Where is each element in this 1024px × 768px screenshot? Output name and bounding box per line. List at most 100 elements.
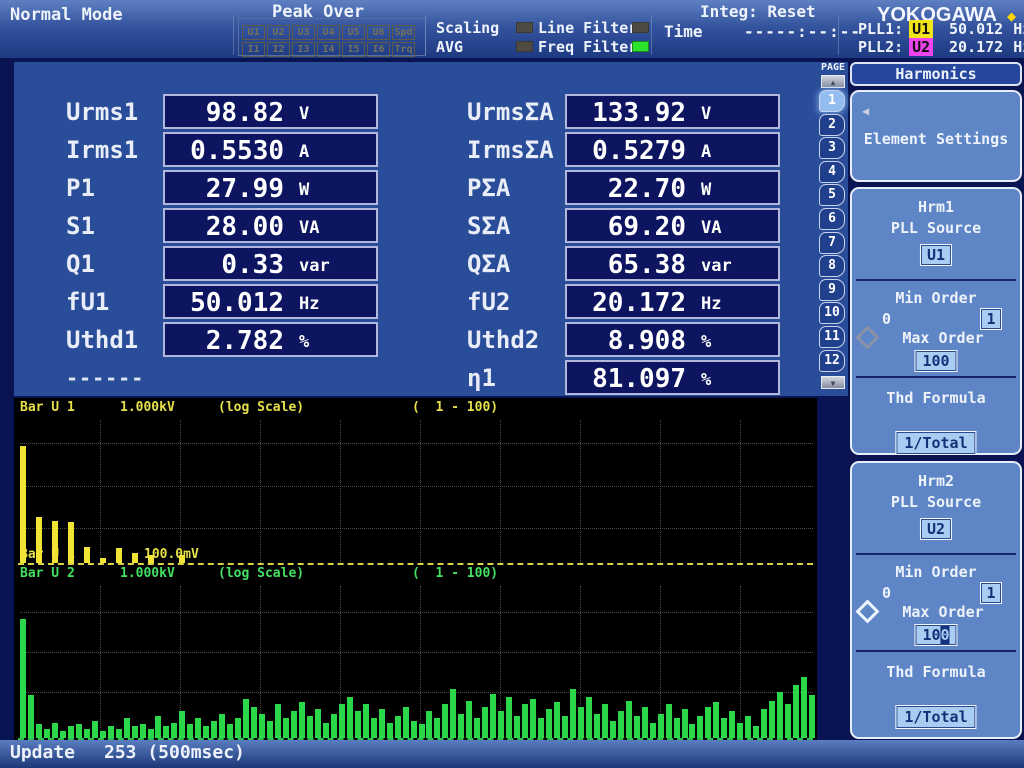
harmonic-bar [179, 555, 185, 563]
harmonic-bar [124, 718, 130, 738]
hrm1-thd-formula-value[interactable]: 1/Total [895, 431, 976, 455]
harmonic-bar [761, 709, 767, 738]
gridline-v [100, 420, 101, 563]
harmonic-bar [291, 711, 297, 738]
hrm1-min-order-value[interactable]: 1 [980, 308, 1002, 330]
element-settings-label: Element Settings [852, 130, 1020, 148]
peak-over-cell-trq: Trq [392, 42, 415, 57]
page-tab-3[interactable]: 3 [819, 137, 845, 159]
gridline-h [20, 692, 813, 693]
measurement-value: 0.33 [221, 250, 284, 280]
measurement-label: Irms1 [66, 136, 138, 164]
page-tab-7[interactable]: 7 [819, 232, 845, 254]
hrm2-max-order-value[interactable]: 100 [914, 624, 957, 646]
hrm2-min-order-value[interactable]: 1 [980, 582, 1002, 604]
harmonic-bar [52, 723, 58, 738]
peak-over-cell-i4: I4 [317, 42, 340, 57]
measurement-label: fU2 [467, 288, 510, 316]
measurement-value-box: 2.782% [163, 322, 378, 357]
harmonic-bar [84, 547, 90, 563]
harmonic-bar [442, 704, 448, 738]
harmonic-bar [331, 714, 337, 738]
harmonic-bar [490, 694, 496, 738]
harmonic-bar [737, 723, 743, 738]
harmonic-bar [307, 716, 313, 738]
page-tab-1[interactable]: 1 [819, 90, 845, 112]
gridline-h [20, 528, 813, 529]
measurement-value: 8.908 [608, 326, 686, 356]
page-tab-4[interactable]: 4 [819, 161, 845, 183]
gridline-v [100, 586, 101, 738]
measurement-value-box: 133.92V [565, 94, 780, 129]
gridline-h [20, 443, 813, 444]
harmonic-bar [474, 718, 480, 738]
gridline-v [500, 420, 501, 563]
chart-scale-note: (log Scale) [218, 566, 304, 581]
harmonic-bar [259, 714, 265, 738]
harmonic-bar [323, 723, 329, 738]
page-tab-11[interactable]: 11 [819, 326, 845, 348]
harmonic-bar [116, 548, 122, 563]
status-label: AVG [436, 38, 512, 56]
page-tab-2[interactable]: 2 [819, 114, 845, 136]
hrm2-min-order-option-0[interactable]: 0 [882, 584, 891, 602]
gridline-h [20, 652, 813, 653]
measurement-value-box: 0.5530A [163, 132, 378, 167]
harmonic-bar [28, 695, 34, 738]
harmonic-bar [299, 702, 305, 738]
measurement-value: 81.097 [592, 364, 686, 394]
page-tab-12[interactable]: 12 [819, 350, 845, 372]
page-tab-6[interactable]: 6 [819, 208, 845, 230]
harmonic-bar [634, 716, 640, 738]
harmonic-bar [387, 723, 393, 738]
harmonic-bar [666, 704, 672, 738]
measurement-unit: % [701, 332, 711, 352]
element-settings-button[interactable]: ◀ Element Settings [850, 90, 1022, 182]
harmonic-bar [371, 718, 377, 738]
harmonic-bar [60, 731, 66, 738]
hrm2-thd-formula-label: Thd Formula [852, 663, 1020, 681]
page-tab-9[interactable]: 9 [819, 279, 845, 301]
menu-title: Harmonics [850, 62, 1022, 86]
measurement-unit: Hz [299, 294, 319, 314]
freq-filter-led [632, 41, 649, 52]
measurement-unit: % [299, 332, 309, 352]
harmonic-bar [395, 716, 401, 738]
harmonic-bar [721, 718, 727, 738]
measurement-unit: VA [299, 218, 319, 238]
time-value: -----:--:-- [744, 22, 861, 41]
harmonic-bar [251, 707, 257, 738]
measurement-value-box: 0.33var [163, 246, 378, 281]
status-label: Scaling [436, 19, 512, 37]
measurement-label: S1 [66, 212, 95, 240]
harmonic-bar [530, 699, 536, 738]
page-tab-5[interactable]: 5 [819, 184, 845, 206]
gridline-v [420, 420, 421, 563]
harmonic-bar [498, 711, 504, 738]
harmonic-bar [546, 709, 552, 738]
hrm1-min-order-option-0[interactable]: 0 [882, 310, 891, 328]
harmonic-bar [697, 716, 703, 738]
measurement-value: 2.782 [206, 326, 284, 356]
harmonic-bar [618, 711, 624, 738]
page-tab-10[interactable]: 10 [819, 302, 845, 324]
hrm1-pll-source-value[interactable]: U1 [920, 244, 952, 266]
measurement-unit: V [701, 104, 711, 124]
measurement-value: 50.012 [190, 288, 284, 318]
measurement-unit: W [701, 180, 711, 200]
mode-indicator: Normal Mode [10, 5, 123, 25]
hrm2-thd-formula-value[interactable]: 1/Total [895, 705, 976, 729]
harmonic-bar [514, 716, 520, 738]
chart-title: Bar U 2 [20, 566, 75, 581]
status-row: Line Filter [538, 17, 649, 36]
page-down-button[interactable]: ▼ [821, 376, 845, 389]
harmonic-bar [689, 724, 695, 738]
page-up-button[interactable]: ▲ [821, 75, 845, 88]
measurement-value-box: 8.908% [565, 322, 780, 357]
hrm1-max-order-value[interactable]: 100 [914, 350, 957, 372]
hrm2-pll-source-value[interactable]: U2 [920, 518, 952, 540]
page-tab-8[interactable]: 8 [819, 255, 845, 277]
update-label: Update [10, 742, 75, 763]
header-divider [425, 15, 426, 55]
harmonic-bar [68, 522, 74, 563]
